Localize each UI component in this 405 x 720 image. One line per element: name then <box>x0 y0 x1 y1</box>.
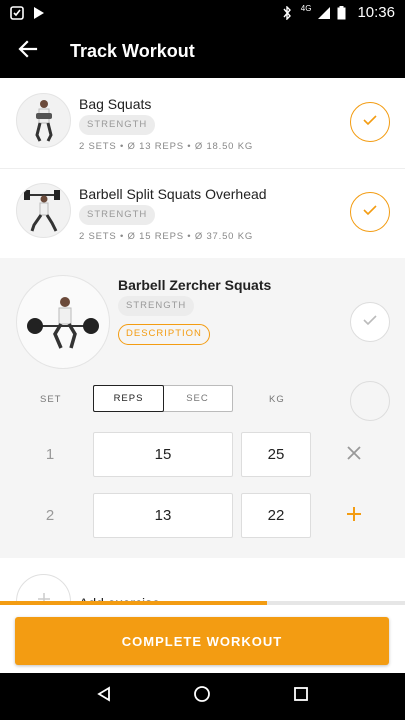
exercise-item[interactable]: Bag Squats STRENGTH 2 SETS • Ø 13 REPS •… <box>0 78 405 168</box>
exercise-name: Barbell Split Squats Overhead <box>79 186 267 202</box>
description-button[interactable]: DESCRIPTION <box>118 324 210 345</box>
set-number: 2 <box>45 507 55 524</box>
exercise-summary: 2 SETS • Ø 15 REPS • Ø 37.50 KG <box>79 231 254 242</box>
complete-toggle[interactable] <box>350 192 390 232</box>
complete-toggle[interactable] <box>350 381 390 421</box>
kg-input[interactable]: 22 <box>241 493 311 538</box>
exercise-thumbnail <box>16 275 110 369</box>
clock: 10:36 <box>357 4 395 21</box>
check-icon <box>363 203 377 221</box>
mode-reps[interactable]: REPS <box>93 385 164 412</box>
add-exercise-row[interactable]: Add exercise <box>0 558 405 603</box>
reps-input[interactable]: 15 <box>93 432 233 477</box>
close-icon <box>347 445 361 465</box>
play-store-icon <box>32 6 46 20</box>
category-chip: STRENGTH <box>79 205 156 225</box>
network-label: 4G <box>300 4 312 13</box>
plus-icon <box>346 506 362 527</box>
page-title: Track Workout <box>70 41 195 61</box>
exercise-summary: 2 SETS • Ø 13 REPS • Ø 18.50 KG <box>79 141 254 152</box>
complete-toggle-expanded[interactable] <box>350 302 390 342</box>
complete-toggle[interactable] <box>350 102 390 142</box>
kg-input[interactable]: 25 <box>241 432 311 477</box>
exercise-item[interactable]: Barbell Split Squats Overhead STRENGTH 2… <box>0 169 405 258</box>
exercise-thumbnail <box>16 183 71 238</box>
battery-icon <box>337 5 351 20</box>
square-recents-icon <box>293 687 308 706</box>
triangle-back-icon <box>96 686 112 707</box>
set-column-header: SET <box>40 394 62 405</box>
add-exercise-circle[interactable] <box>16 574 71 603</box>
exercise-name: Bag Squats <box>79 96 152 112</box>
complete-workout-button[interactable]: COMPLETE WORKOUT <box>15 617 389 665</box>
system-nav-bar <box>0 673 405 720</box>
back-button[interactable] <box>0 25 56 78</box>
circle-home-icon <box>193 685 211 708</box>
exercise-header[interactable]: Barbell Zercher Squats STRENGTH DESCRIPT… <box>0 258 405 421</box>
status-bar: 4G 10:36 <box>0 0 405 25</box>
add-set-button[interactable] <box>340 504 368 528</box>
workout-content[interactable]: Bag Squats STRENGTH 2 SETS • Ø 13 REPS •… <box>0 78 405 603</box>
bluetooth-icon <box>281 4 295 21</box>
nav-recents-button[interactable] <box>277 673 325 720</box>
category-chip: STRENGTH <box>118 296 195 316</box>
mode-toggle[interactable]: REPS SEC <box>93 385 233 412</box>
check-icon <box>363 113 377 131</box>
check-icon <box>363 313 377 331</box>
weight-column-header: KG <box>269 394 285 405</box>
reps-input[interactable]: 13 <box>93 493 233 538</box>
category-chip: STRENGTH <box>79 115 156 135</box>
exercise-thumbnail <box>16 93 71 148</box>
exercise-name: Barbell Zercher Squats <box>118 277 272 293</box>
set-number: 1 <box>45 446 55 463</box>
nav-back-button[interactable] <box>80 673 128 720</box>
notification-check-icon <box>10 5 24 20</box>
remove-set-button[interactable] <box>340 443 368 467</box>
arrow-back-icon <box>18 39 38 64</box>
app-bar: Track Workout <box>0 25 405 78</box>
bottom-action-area: COMPLETE WORKOUT <box>0 605 405 673</box>
nav-home-button[interactable] <box>178 673 226 720</box>
signal-icon <box>317 6 331 20</box>
mode-sec[interactable]: SEC <box>163 386 232 411</box>
